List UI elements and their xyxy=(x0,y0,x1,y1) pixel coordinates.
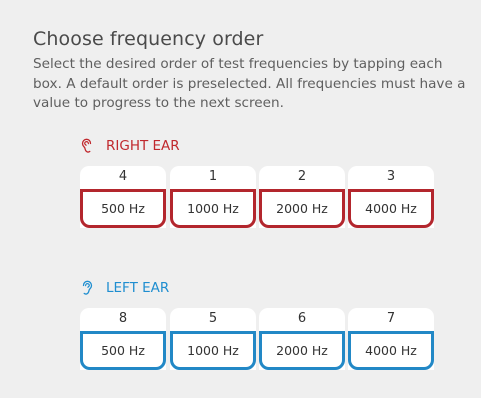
right-ear-freq-card-500[interactable]: 4 500 Hz xyxy=(80,166,166,228)
right-ear-header: RIGHT EAR xyxy=(80,136,180,156)
order-number: 4 xyxy=(118,169,128,184)
right-ear-label: RIGHT EAR xyxy=(106,138,180,154)
frequency-box[interactable]: 500 Hz xyxy=(80,189,166,228)
left-ear-freq-card-1000[interactable]: 5 1000 Hz xyxy=(170,308,256,370)
frequency-box[interactable]: 2000 Hz xyxy=(259,189,345,228)
ear-icon xyxy=(82,280,93,295)
right-ear-freq-card-1000[interactable]: 1 1000 Hz xyxy=(170,166,256,228)
instructions-line: box. A default order is preselected. All… xyxy=(33,75,466,92)
left-ear-header: LEFT EAR xyxy=(80,278,169,298)
instructions-line: value to progress to the next screen. xyxy=(33,95,284,111)
left-ear-freq-card-4000[interactable]: 7 4000 Hz xyxy=(348,308,434,370)
frequency-box[interactable]: 500 Hz xyxy=(80,331,166,370)
instructions-line: Select the desired order of test frequen… xyxy=(33,56,443,72)
page-title: Choose frequency order xyxy=(33,28,264,50)
order-number: 7 xyxy=(386,311,396,326)
order-number: 6 xyxy=(297,311,307,326)
frequency-box[interactable]: 4000 Hz xyxy=(348,189,434,228)
order-number: 5 xyxy=(208,311,218,326)
ear-icon xyxy=(81,138,92,153)
order-number: 2 xyxy=(297,169,307,184)
left-ear-freq-card-2000[interactable]: 6 2000 Hz xyxy=(259,308,345,370)
right-ear-freq-card-4000[interactable]: 3 4000 Hz xyxy=(348,166,434,228)
order-number: 3 xyxy=(386,169,396,184)
frequency-box[interactable]: 1000 Hz xyxy=(170,331,256,370)
right-ear-freq-card-2000[interactable]: 2 2000 Hz xyxy=(259,166,345,228)
left-ear-freq-card-500[interactable]: 8 500 Hz xyxy=(80,308,166,370)
frequency-box[interactable]: 4000 Hz xyxy=(348,331,434,370)
instructions-text: Select the desired order of test frequen… xyxy=(33,55,481,114)
order-number: 1 xyxy=(208,169,218,184)
frequency-order-panel: Choose frequency order Select the desire… xyxy=(0,0,481,398)
frequency-box[interactable]: 2000 Hz xyxy=(259,331,345,370)
order-number: 8 xyxy=(118,311,128,326)
frequency-box[interactable]: 1000 Hz xyxy=(170,189,256,228)
left-ear-label: LEFT EAR xyxy=(106,280,170,296)
